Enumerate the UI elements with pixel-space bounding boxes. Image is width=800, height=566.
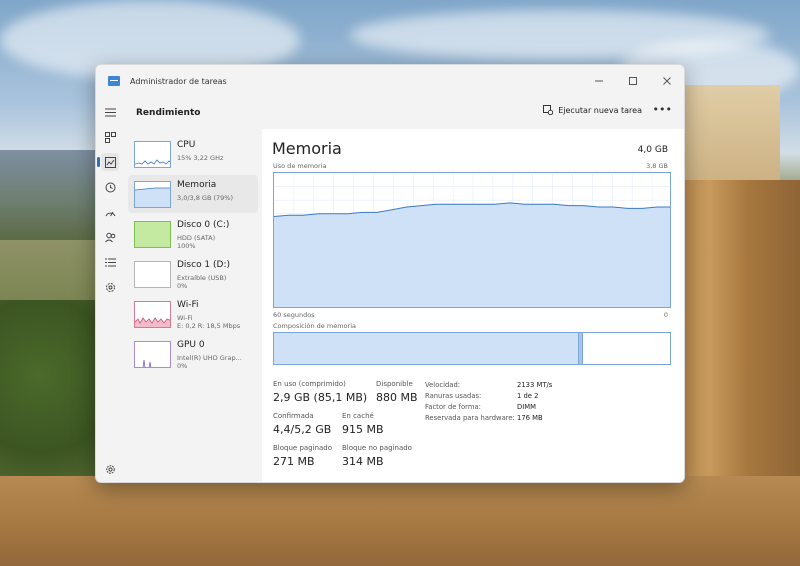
- composition-in-use: [274, 333, 579, 364]
- stat-value: 880 MB: [376, 391, 418, 404]
- memory-composition-label: Composición de memoria: [273, 322, 356, 330]
- stat-committed: Confirmada 4,4/5,2 GB: [273, 412, 331, 436]
- perf-item-gpu0[interactable]: GPU 0 Intel(R) UHD Grap... 0%: [128, 335, 258, 373]
- perf-item-sub: Intel(R) UHD Grap...: [177, 354, 242, 362]
- run-new-task-label: Ejecutar nueva tarea: [558, 105, 642, 115]
- page-title: Rendimiento: [136, 108, 201, 118]
- perf-item-sub: 0%: [177, 362, 188, 370]
- maximize-button[interactable]: [616, 65, 650, 97]
- perf-item-disk0[interactable]: Disco 0 (C:) HDD (SATA) 100%: [128, 215, 258, 253]
- memory-usage-label: Uso de memoria: [273, 162, 327, 170]
- memory-detail-panel: Memoria 4,0 GB Uso de memoria 3,8 GB 60 …: [262, 129, 684, 482]
- perf-item-sub: 100%: [177, 242, 196, 250]
- stat-value: 4,4/5,2 GB: [273, 423, 332, 436]
- stat-label: Disponible: [376, 380, 413, 388]
- app-history-icon[interactable]: [101, 178, 119, 196]
- detail-value: 1 de 2: [517, 392, 539, 400]
- stat-cached: En caché 915 MB: [342, 412, 384, 436]
- stat-label: En caché: [342, 412, 374, 420]
- perf-item-sub: 3,0/3,8 GB (79%): [177, 194, 234, 202]
- stat-label: Bloque no paginado: [342, 444, 412, 452]
- perf-item-wifi[interactable]: Wi-Fi Wi-Fi E: 0,2 R: 18,5 Mbps: [128, 295, 258, 333]
- perf-item-name: Disco 1 (D:): [177, 260, 231, 270]
- memory-usage-graph: [273, 172, 671, 308]
- detail-value: DIMM: [517, 403, 536, 411]
- memory-usage-chart: [274, 173, 670, 307]
- detail-key: Reservada para hardware:: [425, 414, 515, 422]
- memory-title: Memoria: [272, 139, 342, 158]
- perf-item-sub: 15% 3,22 GHz: [177, 154, 224, 162]
- stat-in-use: En uso (comprimido) 2,9 GB (85,1 MB): [273, 380, 367, 404]
- users-icon[interactable]: [101, 228, 119, 246]
- perf-item-name: Memoria: [177, 180, 217, 190]
- more-options-button[interactable]: •••: [653, 103, 672, 116]
- memory-total: 4,0 GB: [637, 145, 668, 155]
- settings-gear-icon[interactable]: [101, 460, 119, 478]
- perf-item-disk1[interactable]: Disco 1 (D:) Extraíble (USB) 0%: [128, 255, 258, 293]
- task-manager-window: Administrador de tareas Rendimiento Ejec…: [95, 64, 685, 483]
- detail-key: Velocidad:: [425, 381, 461, 389]
- perf-item-cpu[interactable]: CPU 15% 3,22 GHz: [128, 135, 258, 173]
- stat-value: 271 MB: [273, 455, 315, 468]
- detail-key: Factor de forma:: [425, 403, 481, 411]
- stat-nonpaged-pool: Bloque no paginado 314 MB: [342, 444, 412, 468]
- stat-label: Bloque paginado: [273, 444, 333, 452]
- maximize-icon: [629, 77, 637, 85]
- graph-time-right: 0: [663, 311, 668, 319]
- perf-item-sub: Extraíble (USB): [177, 274, 227, 282]
- perf-item-sub: 0%: [177, 282, 188, 290]
- perf-item-memory[interactable]: Memoria 3,0/3,8 GB (79%): [128, 175, 258, 213]
- stat-label: En uso (comprimido): [273, 380, 346, 388]
- stat-value: 2,9 GB (85,1 MB): [273, 391, 368, 404]
- gpu-thumbnail-graph: [134, 341, 171, 368]
- minimize-icon: [595, 80, 603, 82]
- minimize-button[interactable]: [582, 65, 616, 97]
- composition-modified: [578, 333, 583, 364]
- close-button[interactable]: [650, 65, 684, 97]
- page-header: Rendimiento Ejecutar nueva tarea •••: [124, 97, 684, 129]
- details-icon[interactable]: [101, 253, 119, 271]
- startup-apps-icon[interactable]: [101, 203, 119, 221]
- graph-time-left: 60 segundos: [273, 311, 315, 319]
- perf-item-name: Disco 0 (C:): [177, 220, 230, 230]
- detail-value: 176 MB: [517, 414, 543, 422]
- perf-item-name: GPU 0: [177, 340, 205, 350]
- navigation-rail: [96, 97, 124, 482]
- memory-usage-max: 3,8 GB: [646, 162, 668, 170]
- close-icon: [663, 77, 671, 85]
- perf-item-sub: E: 0,2 R: 18,5 Mbps: [177, 322, 241, 330]
- stat-label: Confirmada: [273, 412, 314, 420]
- services-icon[interactable]: [101, 278, 119, 296]
- stat-paged-pool: Bloque paginado 271 MB: [273, 444, 332, 468]
- cpu-thumbnail-graph: [134, 141, 171, 168]
- run-task-icon: [543, 105, 554, 115]
- stat-value: 314 MB: [342, 455, 384, 468]
- perf-item-sub: Wi-Fi: [177, 314, 193, 322]
- processes-icon[interactable]: [101, 128, 119, 146]
- hamburger-menu-icon[interactable]: [101, 103, 119, 121]
- disk1-thumbnail-graph: [134, 261, 171, 288]
- stat-value: 915 MB: [342, 423, 384, 436]
- performance-list: CPU 15% 3,22 GHz Memoria 3,0/3,8 GB (79%…: [124, 129, 262, 482]
- run-new-task-button[interactable]: Ejecutar nueva tarea: [543, 105, 642, 115]
- perf-item-name: CPU: [177, 140, 196, 150]
- stat-available: Disponible 880 MB: [376, 380, 418, 404]
- memory-composition-bar: [273, 332, 671, 365]
- memory-thumbnail-graph: [134, 181, 171, 208]
- performance-icon[interactable]: [97, 153, 119, 171]
- disk0-thumbnail-graph: [134, 221, 171, 248]
- detail-value: 2133 MT/s: [517, 381, 553, 389]
- perf-item-sub: HDD (SATA): [177, 234, 216, 242]
- perf-item-name: Wi-Fi: [177, 300, 199, 310]
- title-bar[interactable]: Administrador de tareas: [96, 65, 684, 97]
- window-title: Administrador de tareas: [130, 76, 227, 86]
- memory-usage-area: [274, 202, 670, 307]
- detail-key: Ranuras usadas:: [425, 392, 482, 400]
- wifi-thumbnail-graph: [134, 301, 171, 328]
- task-manager-icon: [108, 76, 120, 86]
